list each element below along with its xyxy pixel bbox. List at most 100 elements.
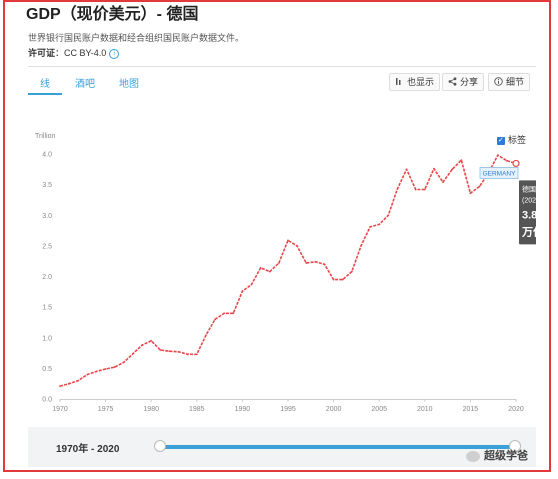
data-point [241, 290, 244, 293]
data-point [369, 225, 371, 228]
data-point [122, 361, 125, 364]
data-point [314, 260, 317, 263]
series-line [59, 154, 517, 387]
details-button[interactable]: 细节 [488, 73, 531, 91]
page-title: GDP（现价美元）- 德国 [26, 6, 199, 23]
data-point [113, 366, 116, 369]
y-axis-unit-label: Trillion [35, 133, 55, 140]
y-tick-label: 2.5 [42, 243, 52, 250]
data-point [86, 373, 89, 376]
data-point [95, 370, 98, 373]
data-point [268, 270, 271, 273]
data-point [104, 368, 107, 370]
data-point [59, 385, 61, 388]
y-tick-label: 3.5 [42, 182, 52, 189]
range-bar: 1970年 - 2020 [28, 427, 536, 467]
details-info-icon [494, 77, 503, 86]
details-label: 细节 [506, 77, 525, 87]
y-tick-label: 0.0 [42, 397, 52, 404]
endpoint-marker [512, 159, 520, 168]
y-tick-label: 3.0 [42, 213, 52, 220]
tooltip-country: 德国 [522, 184, 536, 193]
data-point [68, 382, 71, 385]
data-point [423, 188, 426, 191]
data-point [414, 188, 417, 191]
data-point [442, 181, 444, 184]
tooltip-unit: 万亿 [521, 224, 536, 238]
data-point [287, 239, 289, 242]
data-point [177, 350, 180, 353]
data-point [433, 167, 435, 170]
x-tick-label: 1985 [189, 406, 205, 413]
x-tick-label: 2010 [417, 406, 433, 413]
x-tick-label: 2015 [463, 406, 479, 413]
tab-bar[interactable]: 酒吧 [75, 75, 95, 90]
data-point [205, 334, 207, 337]
tooltip-value: 3.846 [522, 209, 536, 221]
data-point [223, 312, 226, 315]
data-point [232, 312, 235, 315]
watermark-text: 超级学爸 [484, 450, 528, 462]
x-tick-label: 1970 [52, 406, 68, 413]
share-icon [448, 77, 457, 86]
range-slider-start-handle[interactable] [154, 440, 166, 452]
x-tick-label: 1990 [235, 406, 251, 413]
wechat-icon [466, 450, 480, 462]
tooltip-year: (2020) [522, 197, 536, 204]
tab-map[interactable]: 地图 [119, 75, 139, 90]
data-point [396, 188, 399, 190]
license-label: 许可证 [28, 48, 56, 58]
chart-panel: 线 酒吧 地图 也显示 分享 细节 ✓ 标签 Trillion 0.0 0.5 1.0 1… [28, 66, 536, 467]
x-tick-label: 1980 [143, 406, 159, 413]
x-tick-label: 2000 [326, 406, 342, 413]
also-show-label: 也显示 [407, 77, 435, 87]
y-tick-label: 4.0 [42, 152, 52, 159]
data-point [360, 244, 362, 247]
line-chart: Trillion 0.0 0.5 1.0 1.5 2.0 2.5 3.0 3.5 4.0 1970 1… [35, 133, 536, 413]
range-label: 1970年 - 2020 [56, 444, 120, 455]
x-tick-label: 2005 [371, 406, 387, 413]
data-point [296, 244, 299, 247]
data-point [168, 350, 171, 353]
data-point [460, 159, 463, 162]
series-tag-label: GERMANY [483, 170, 517, 177]
data-point [195, 353, 198, 356]
data-point [214, 318, 216, 321]
vertical-bars-icon [396, 78, 401, 85]
data-point [505, 159, 508, 162]
also-show-button[interactable]: 也显示 [389, 73, 441, 91]
y-tick-label: 1.0 [42, 335, 52, 342]
data-point [77, 379, 80, 382]
data-point [387, 214, 390, 217]
data-point [259, 267, 262, 269]
data-point [496, 154, 499, 157]
x-tick-label: 2020 [508, 406, 524, 413]
data-point [305, 262, 308, 264]
data-point [186, 353, 189, 356]
data-point [341, 278, 344, 281]
y-tick-label: 0.5 [42, 366, 52, 373]
watermark: 超级学爸 [466, 447, 528, 463]
y-tick-label: 2.0 [42, 274, 52, 281]
tab-line[interactable]: 线 [40, 75, 50, 90]
data-point [405, 168, 408, 171]
data-point [277, 262, 280, 264]
data-point [332, 278, 335, 281]
range-slider-track[interactable] [158, 445, 518, 449]
x-tick-label: 1975 [98, 406, 114, 413]
data-point [150, 339, 153, 342]
data-point [378, 223, 381, 226]
data-point [350, 270, 353, 273]
info-icon[interactable]: i [109, 48, 120, 59]
data-point [323, 263, 326, 266]
license-line: 许可证：CC BY-4.0 i [28, 46, 120, 59]
data-point [478, 185, 481, 188]
license-colon: ： [55, 48, 65, 58]
data-point [250, 283, 253, 286]
chart-tabs: 线 酒吧 地图 也显示 分享 细节 [28, 67, 536, 96]
y-tick-label: 1.5 [42, 305, 52, 312]
data-point [451, 168, 454, 171]
page-description: 世界银行国民账户数据和经合组织国民账户数据文件。 [28, 33, 245, 43]
x-tick-label: 1995 [280, 406, 296, 413]
share-button[interactable]: 分享 [442, 73, 485, 91]
